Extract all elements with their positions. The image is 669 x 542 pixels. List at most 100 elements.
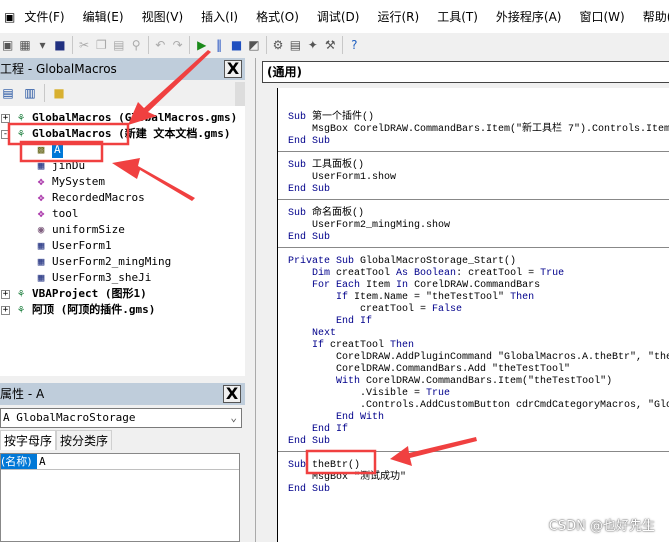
code-line[interactable]: End Sub — [288, 484, 330, 496]
expand-toggle[interactable]: + — [1, 290, 10, 299]
code-line[interactable]: Sub theBtr() — [288, 460, 360, 472]
code-keyword: End With — [336, 412, 385, 423]
tree-item[interactable]: ✥ MySystem — [34, 174, 105, 190]
code-text: CorelDRAW.CommandBars.Item("theTestTool"… — [366, 376, 613, 387]
menu-item[interactable]: 窗口(W) — [570, 8, 633, 25]
code-editor[interactable]: Sub 第一个插件() MsgBox CorelDRAW.CommandBars… — [277, 88, 669, 542]
code-line[interactable]: With CorelDRAW.CommandBars.Item("theTest… — [288, 376, 612, 388]
tree-item[interactable]: ▦ UserForm2_mingMing — [34, 254, 172, 270]
tree-item[interactable]: ⚘ GlobalMacros (GlobalMacros.gms) — [14, 110, 238, 126]
code-line[interactable]: End Sub — [288, 232, 330, 244]
menu-item[interactable]: 外接程序(A) — [487, 8, 571, 25]
tree-item[interactable]: ▩ A — [34, 142, 63, 158]
code-line[interactable]: Dim creatTool As Boolean: creatTool = Tr… — [288, 268, 564, 280]
tree-item-label: uniformSize — [52, 223, 125, 236]
break-icon[interactable]: ‖ — [213, 37, 224, 53]
menu-item[interactable]: 调试(D) — [308, 8, 369, 25]
code-text: Item.Name = "theTestTool" — [354, 292, 511, 303]
save-icon[interactable]: ■ — [54, 37, 65, 53]
code-line[interactable]: End Sub — [288, 436, 330, 448]
code-line[interactable]: Sub 工具面板() — [288, 160, 364, 172]
menu-item[interactable]: 插入(I) — [192, 8, 247, 25]
code-line[interactable]: UserForm2_mingMing.show — [288, 220, 450, 232]
tree-item[interactable]: ⚘ 阿顶 (阿顶的插件.gms) — [14, 302, 156, 318]
tab-categorized[interactable]: 按分类序 — [56, 430, 113, 450]
menu-item[interactable]: 帮助(H) — [634, 8, 669, 25]
code-line[interactable]: Sub 第一个插件() — [288, 112, 374, 124]
menu-item[interactable]: 文件(F) — [15, 8, 73, 25]
view-object-icon[interactable]: ▥ — [22, 85, 38, 101]
expand-toggle[interactable]: + — [1, 306, 10, 315]
project-explorer-panel: 工程 - GlobalMacros X ▤ ▥ ■ + ⚘ GlobalMacros… — [0, 58, 245, 376]
code-line[interactable]: Sub 命名面板() — [288, 208, 364, 220]
help-icon[interactable]: ? — [349, 37, 360, 53]
dropdown-icon[interactable]: ▾ — [37, 37, 48, 53]
tab-alphabetic[interactable]: 按字母序 — [0, 430, 57, 450]
form-icon: ▦ — [37, 255, 45, 268]
divider — [44, 84, 45, 102]
tree-item[interactable]: ▦ UserForm3_sheJi — [34, 270, 152, 286]
code-line[interactable]: .Controls.AddCustomButton cdrCmdCategory… — [288, 400, 669, 412]
redo-icon[interactable]: ↷ — [172, 37, 183, 53]
code-line[interactable]: Next — [288, 328, 336, 340]
code-line[interactable]: CorelDRAW.AddPluginCommand "GlobalMacros… — [288, 352, 669, 364]
menu-item[interactable]: 格式(O) — [247, 8, 308, 25]
code-line[interactable]: End If — [288, 316, 372, 328]
code-line[interactable]: If creatTool Then — [288, 340, 414, 352]
view-code-icon[interactable]: ▤ — [0, 85, 16, 101]
expand-toggle[interactable]: - — [1, 130, 10, 139]
cut-icon[interactable]: ✂ — [78, 37, 89, 53]
object-selector-value: A GlobalMacroStorage — [3, 411, 136, 424]
code-line[interactable]: MsgBox "测试成功" — [288, 472, 406, 484]
code-line[interactable]: .Visible = True — [288, 388, 450, 400]
code-line[interactable]: Private Sub GlobalMacroStorage_Start() — [288, 256, 516, 268]
code-line[interactable]: MsgBox CorelDRAW.CommandBars.Item("新工具栏 … — [288, 124, 669, 136]
insert-userform-icon[interactable]: ▦ — [19, 37, 30, 53]
property-value[interactable]: A — [37, 454, 46, 469]
object-browser-icon[interactable]: ✦ — [307, 37, 318, 53]
code-keyword: Then — [510, 292, 535, 303]
expand-toggle[interactable]: + — [1, 114, 10, 123]
menu-item[interactable]: 工具(T) — [428, 8, 487, 25]
tree-item[interactable]: ⚘ VBAProject (图形1) — [14, 286, 147, 302]
view-corel-icon[interactable]: ▣ — [2, 37, 13, 53]
toolbox-icon[interactable]: ⚒ — [325, 37, 336, 53]
design-mode-icon[interactable]: ◩ — [248, 37, 259, 53]
tree-item[interactable]: ⚘ GlobalMacros (新建 文本文档.gms) — [14, 126, 231, 142]
code-line[interactable]: End If — [288, 424, 348, 436]
code-keyword: End Sub — [288, 184, 331, 195]
code-line[interactable]: CorelDRAW.CommandBars.Add "theTestTool" — [288, 364, 570, 376]
code-line[interactable]: UserForm1.show — [288, 172, 396, 184]
object-selector[interactable]: A GlobalMacroStorage ⌄ — [0, 408, 242, 428]
undo-icon[interactable]: ↶ — [155, 37, 166, 53]
menu-item[interactable]: 视图(V) — [133, 8, 193, 25]
run-icon[interactable]: ▶ — [196, 37, 207, 53]
code-line[interactable]: creatTool = False — [288, 304, 462, 316]
code-line[interactable]: If Item.Name = "theTestTool" Then — [288, 292, 534, 304]
tree-item[interactable]: ◉ uniformSize — [34, 222, 125, 238]
menu-item[interactable]: 运行(R) — [368, 8, 428, 25]
code-line[interactable]: End Sub — [288, 136, 330, 148]
tree-item[interactable]: ✥ tool — [34, 206, 79, 222]
tree-item[interactable]: ✥ RecordedMacros — [34, 190, 145, 206]
copy-icon[interactable]: ❐ — [96, 37, 107, 53]
paste-icon[interactable]: ▤ — [113, 37, 124, 53]
code-line[interactable]: End With — [288, 412, 384, 424]
find-icon[interactable]: ⚲ — [130, 37, 141, 53]
property-row[interactable]: (名称) A — [1, 454, 239, 470]
toggle-folders-icon[interactable]: ■ — [51, 85, 67, 101]
properties-close-button[interactable]: X — [223, 385, 241, 403]
code-text: MsgBox CorelDRAW.CommandBars.Item("新工具栏 … — [312, 124, 669, 135]
code-line[interactable]: For Each Item In CorelDRAW.CommandBars — [288, 280, 540, 292]
object-combo[interactable]: (通用) — [262, 61, 669, 83]
menu-item[interactable]: 编辑(E) — [74, 8, 133, 25]
code-line[interactable]: End Sub — [288, 184, 330, 196]
reset-icon[interactable]: ■ — [231, 37, 242, 53]
tree-scrollbar[interactable] — [235, 82, 245, 106]
project-explorer-icon[interactable]: ⚙ — [272, 37, 284, 53]
tree-item[interactable]: ▦ UserForm1 — [34, 238, 112, 254]
properties-icon[interactable]: ▤ — [290, 37, 301, 53]
tree-item[interactable]: ▦ jinDu — [34, 158, 85, 174]
project-close-button[interactable]: X — [224, 60, 242, 78]
